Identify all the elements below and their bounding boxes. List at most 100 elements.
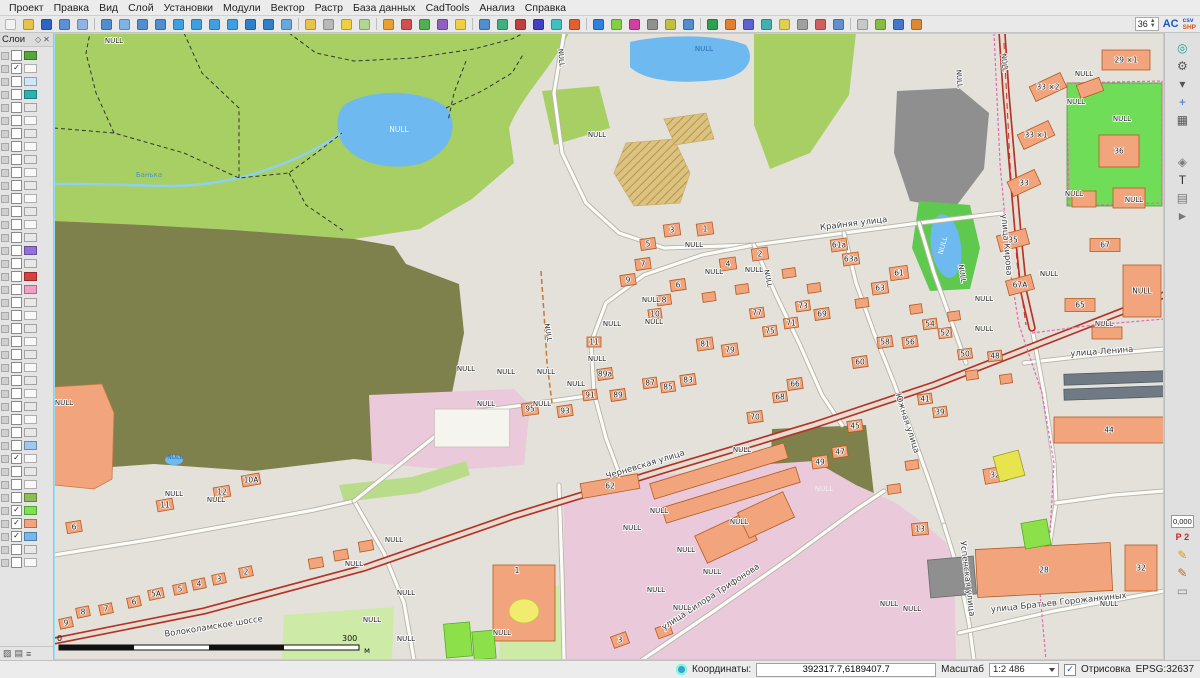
toolbar-icon-32[interactable] bbox=[530, 16, 547, 32]
grid-icon[interactable]: ▦ bbox=[1171, 111, 1193, 129]
layer-row-36[interactable]: ✓ bbox=[0, 517, 53, 530]
toolbar-icon-25[interactable] bbox=[416, 16, 433, 32]
play-icon[interactable]: ► bbox=[1171, 207, 1193, 225]
layer-row-21[interactable] bbox=[0, 322, 53, 335]
csv-shp-export-button[interactable]: csvSHP bbox=[1183, 17, 1196, 31]
layer-visibility-checkbox[interactable] bbox=[11, 141, 22, 152]
layer-visibility-checkbox[interactable] bbox=[11, 362, 22, 373]
collapse-icon[interactable]: ▾ bbox=[1171, 75, 1193, 93]
layer-visibility-checkbox[interactable] bbox=[11, 180, 22, 191]
menu-Слой[interactable]: Слой bbox=[123, 2, 159, 14]
layer-row-23[interactable] bbox=[0, 348, 53, 361]
close-panel-icon[interactable]: ✕ bbox=[42, 35, 51, 44]
toolbar-icon-54[interactable] bbox=[890, 16, 907, 32]
toolbar-icon-20[interactable] bbox=[338, 16, 355, 32]
list-icon[interactable]: ▤ bbox=[15, 648, 24, 659]
layer-visibility-checkbox[interactable] bbox=[11, 310, 22, 321]
add-icon[interactable]: + bbox=[1171, 93, 1193, 111]
layer-row-5[interactable] bbox=[0, 114, 53, 127]
layer-visibility-checkbox[interactable] bbox=[11, 414, 22, 425]
layer-visibility-checkbox[interactable] bbox=[11, 219, 22, 230]
layer-visibility-checkbox[interactable] bbox=[11, 76, 22, 87]
menu-Растр[interactable]: Растр bbox=[310, 2, 348, 14]
layer-visibility-checkbox[interactable] bbox=[11, 544, 22, 555]
toolbar-icon-10[interactable] bbox=[170, 16, 187, 32]
layer-visibility-checkbox[interactable] bbox=[11, 284, 22, 295]
menu-icon[interactable]: ≡ bbox=[26, 649, 31, 659]
menu-Вид[interactable]: Вид bbox=[94, 2, 123, 14]
toolbar-icon-13[interactable] bbox=[224, 16, 241, 32]
render-checkbox[interactable]: ✓ bbox=[1064, 664, 1076, 676]
menu-Анализ[interactable]: Анализ bbox=[474, 2, 519, 14]
layer-visibility-checkbox[interactable] bbox=[11, 102, 22, 113]
layer-visibility-checkbox[interactable] bbox=[11, 206, 22, 217]
toolbar-icon-19[interactable] bbox=[320, 16, 337, 32]
layer-visibility-checkbox[interactable] bbox=[11, 167, 22, 178]
layer-visibility-checkbox[interactable] bbox=[11, 440, 22, 451]
layer-row-11[interactable] bbox=[0, 192, 53, 205]
menu-Установки[interactable]: Установки bbox=[159, 2, 218, 14]
eraser-icon[interactable]: ▭ bbox=[1171, 582, 1193, 600]
layer-row-10[interactable] bbox=[0, 179, 53, 192]
layer-row-24[interactable] bbox=[0, 361, 53, 374]
coordinate-capture-icon[interactable] bbox=[676, 664, 687, 675]
layer-visibility-checkbox[interactable] bbox=[11, 89, 22, 100]
layer-row-12[interactable] bbox=[0, 205, 53, 218]
layer-visibility-checkbox[interactable] bbox=[11, 336, 22, 347]
toolbar-icon-29[interactable] bbox=[476, 16, 493, 32]
layer-visibility-checkbox[interactable] bbox=[11, 154, 22, 165]
layer-visibility-checkbox[interactable] bbox=[11, 375, 22, 386]
table-icon[interactable]: ▤ bbox=[1171, 189, 1193, 207]
layer-visibility-checkbox[interactable] bbox=[11, 323, 22, 334]
layer-row-4[interactable] bbox=[0, 101, 53, 114]
toolbar-icon-47[interactable] bbox=[776, 16, 793, 32]
layer-row-25[interactable] bbox=[0, 374, 53, 387]
layer-visibility-checkbox[interactable] bbox=[11, 492, 22, 503]
toolbar-icon-44[interactable] bbox=[722, 16, 739, 32]
layer-row-32[interactable] bbox=[0, 465, 53, 478]
float-panel-icon[interactable]: ◇ bbox=[34, 35, 42, 44]
toolbar-icon-6[interactable] bbox=[98, 16, 115, 32]
toolbar-icon-0[interactable] bbox=[2, 16, 19, 32]
layer-visibility-checkbox[interactable] bbox=[11, 271, 22, 282]
snap-icon[interactable]: ◈ bbox=[1171, 153, 1193, 171]
filter-icon[interactable]: ▨ bbox=[3, 648, 12, 659]
layer-row-1[interactable]: ✓ bbox=[0, 62, 53, 75]
map-canvas[interactable]: 315792468101161а63а616369737177757981838… bbox=[54, 33, 1164, 660]
compass-icon[interactable]: ◎ bbox=[1171, 39, 1193, 57]
layer-row-9[interactable] bbox=[0, 166, 53, 179]
toolbar-icon-26[interactable] bbox=[434, 16, 451, 32]
layer-visibility-checkbox[interactable]: ✓ bbox=[11, 63, 22, 74]
layer-row-33[interactable] bbox=[0, 478, 53, 491]
symbol-size-spinner[interactable]: 36▲▼ bbox=[1135, 17, 1159, 31]
menu-База данных[interactable]: База данных bbox=[348, 2, 421, 14]
toolbar-icon-41[interactable] bbox=[680, 16, 697, 32]
layer-visibility-checkbox[interactable] bbox=[11, 557, 22, 568]
toolbar-icon-15[interactable] bbox=[260, 16, 277, 32]
layer-visibility-checkbox[interactable] bbox=[11, 50, 22, 61]
menu-Правка[interactable]: Правка bbox=[49, 2, 94, 14]
layer-row-27[interactable] bbox=[0, 400, 53, 413]
menu-Модули[interactable]: Модули bbox=[218, 2, 266, 14]
layer-row-15[interactable] bbox=[0, 244, 53, 257]
toolbar-icon-53[interactable] bbox=[872, 16, 889, 32]
layer-row-0[interactable] bbox=[0, 49, 53, 62]
layer-row-26[interactable] bbox=[0, 387, 53, 400]
toolbar-icon-31[interactable] bbox=[512, 16, 529, 32]
toolbar-icon-18[interactable] bbox=[302, 16, 319, 32]
toolbar-icon-43[interactable] bbox=[704, 16, 721, 32]
menu-Проект[interactable]: Проект bbox=[4, 2, 49, 14]
layer-row-7[interactable] bbox=[0, 140, 53, 153]
layer-row-30[interactable] bbox=[0, 439, 53, 452]
menu-CadTools[interactable]: CadTools bbox=[421, 2, 475, 14]
layer-row-2[interactable] bbox=[0, 75, 53, 88]
layer-visibility-checkbox[interactable] bbox=[11, 245, 22, 256]
layer-row-8[interactable] bbox=[0, 153, 53, 166]
text-icon[interactable]: T bbox=[1171, 171, 1193, 189]
layer-visibility-checkbox[interactable] bbox=[11, 193, 22, 204]
layer-row-39[interactable] bbox=[0, 556, 53, 569]
toolbar-icon-36[interactable] bbox=[590, 16, 607, 32]
layer-visibility-checkbox[interactable] bbox=[11, 401, 22, 412]
layer-row-37[interactable]: ✓ bbox=[0, 530, 53, 543]
layer-visibility-checkbox[interactable] bbox=[11, 232, 22, 243]
